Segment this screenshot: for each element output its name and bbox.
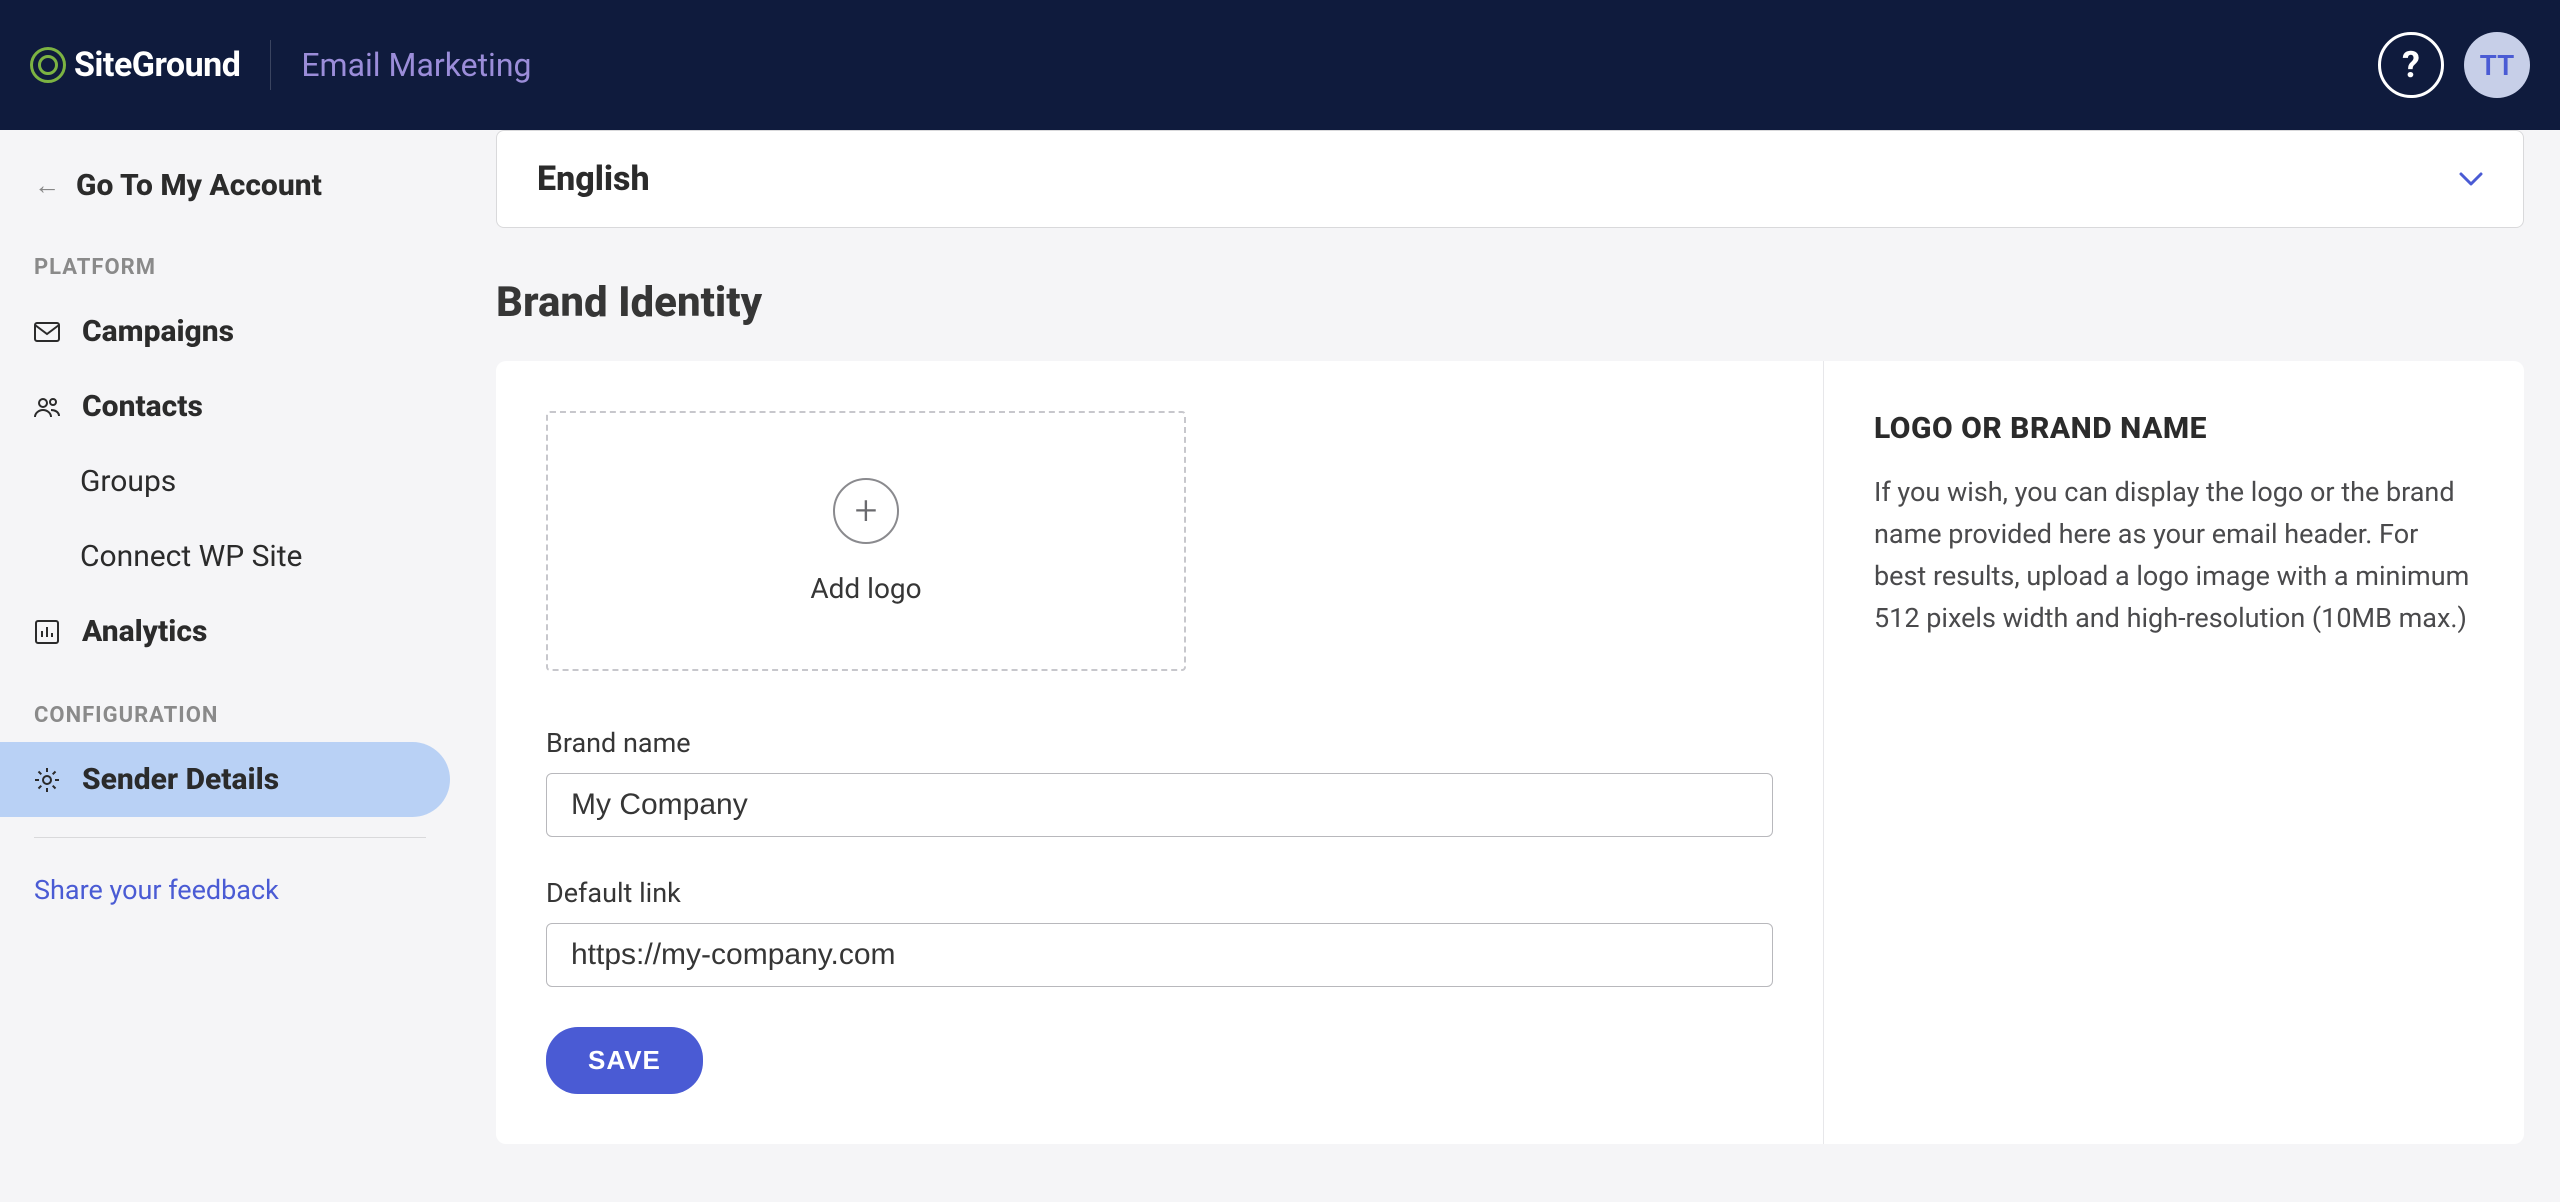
logo-upload[interactable]: + Add logo	[546, 411, 1186, 671]
gear-icon	[34, 767, 60, 793]
sidebar-item-label: Analytics	[82, 614, 207, 649]
back-to-account-link[interactable]: ← Go To My Account	[0, 150, 460, 221]
avatar-initials: TT	[2480, 49, 2515, 82]
sidebar-item-sender-details[interactable]: Sender Details	[0, 742, 450, 817]
brand-name-label: Brand name	[546, 727, 1773, 759]
brand-form: + Add logo Brand name Default link SAVE	[496, 361, 1824, 1144]
sidebar-item-label: Connect WP Site	[80, 539, 302, 574]
language-selector[interactable]: English	[496, 130, 2524, 228]
chevron-down-icon	[2459, 172, 2483, 186]
brand-identity-card: + Add logo Brand name Default link SAVE	[496, 361, 2524, 1144]
sidebar-subitem-groups[interactable]: Groups	[0, 444, 460, 519]
arrow-left-icon: ←	[34, 170, 60, 201]
envelope-icon	[34, 319, 60, 345]
sidebar-subitem-connect-wp[interactable]: Connect WP Site	[0, 519, 460, 594]
header-divider	[270, 40, 271, 90]
sidebar-item-label: Sender Details	[82, 762, 279, 797]
app-title: Email Marketing	[301, 46, 531, 84]
info-panel-text: If you wish, you can display the logo or…	[1874, 472, 2474, 639]
sidebar-item-label: Campaigns	[82, 314, 234, 349]
brand-logo[interactable]: SiteGround	[30, 45, 240, 85]
main-content: English Brand Identity + Add logo Brand …	[460, 130, 2560, 1202]
share-feedback-link[interactable]: Share your feedback	[0, 858, 460, 922]
sidebar-item-label: Groups	[80, 464, 176, 499]
info-panel: LOGO OR BRAND NAME If you wish, you can …	[1824, 361, 2524, 1144]
save-button[interactable]: SAVE	[546, 1027, 703, 1094]
logo-mark-icon	[30, 47, 66, 83]
sidebar-section-platform: PLATFORM	[0, 221, 460, 294]
upload-label: Add logo	[810, 572, 921, 605]
info-panel-title: LOGO OR BRAND NAME	[1874, 411, 2474, 446]
feedback-label: Share your feedback	[34, 874, 279, 906]
brand-name-input[interactable]	[546, 773, 1773, 837]
sidebar-item-label: Contacts	[82, 389, 203, 424]
default-link-label: Default link	[546, 877, 1773, 909]
chart-icon	[34, 619, 60, 645]
people-icon	[34, 394, 60, 420]
help-button[interactable]: ?	[2378, 32, 2444, 98]
sidebar-divider	[34, 837, 426, 838]
sidebar: ← Go To My Account PLATFORM Campaigns Co…	[0, 130, 460, 1202]
sidebar-section-configuration: CONFIGURATION	[0, 669, 460, 742]
question-icon: ?	[2402, 44, 2420, 86]
app-header: SiteGround Email Marketing ? TT	[0, 0, 2560, 130]
plus-circle-icon: +	[833, 478, 899, 544]
sidebar-item-analytics[interactable]: Analytics	[0, 594, 460, 669]
default-link-input[interactable]	[546, 923, 1773, 987]
sidebar-item-contacts[interactable]: Contacts	[0, 369, 460, 444]
sidebar-item-campaigns[interactable]: Campaigns	[0, 294, 460, 369]
user-avatar[interactable]: TT	[2464, 32, 2530, 98]
language-selected: English	[537, 159, 650, 199]
logo-text: SiteGround	[74, 45, 240, 85]
back-label: Go To My Account	[76, 168, 322, 203]
section-title-brand-identity: Brand Identity	[496, 278, 2524, 327]
